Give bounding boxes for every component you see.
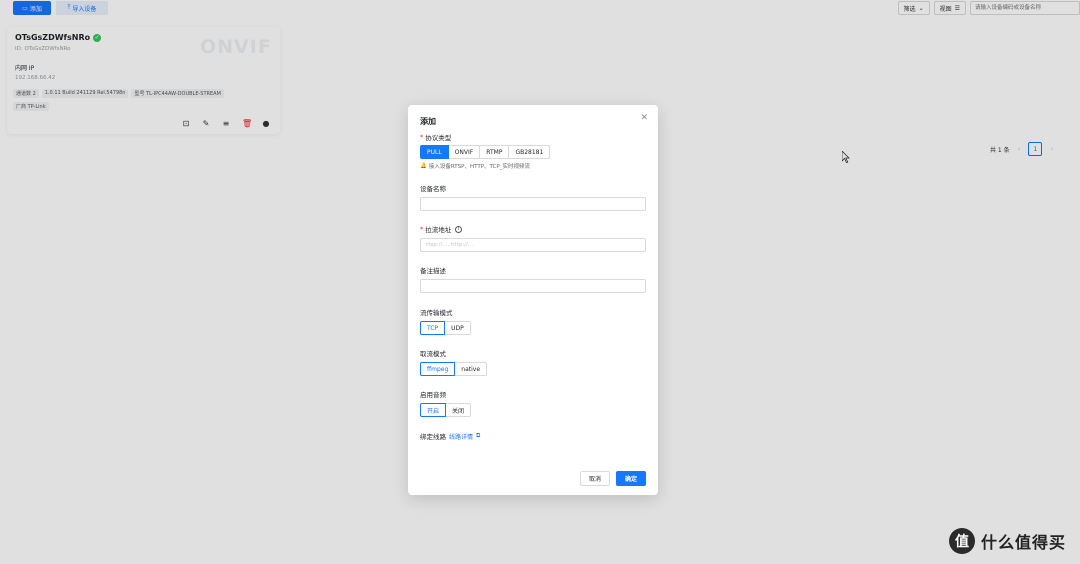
brand-logo-icon: 值 <box>949 528 975 554</box>
audio-option-on[interactable]: 开启 <box>420 403 447 417</box>
audio-option-off[interactable]: 关闭 <box>445 403 472 417</box>
device-name-input[interactable] <box>420 197 646 211</box>
transport-label: 流传输模式 <box>420 307 453 317</box>
add-device-dialog: 添加 ✕ * 协议类型 PULL ONVIF RTMP GB28181 🔔 接入… <box>408 105 658 495</box>
cancel-button[interactable]: 取消 <box>580 471 610 486</box>
pull-mode-label: 取流模式 <box>420 348 446 358</box>
close-icon[interactable]: ✕ <box>640 113 648 123</box>
description-label: 备注描述 <box>420 265 446 275</box>
transport-option-udp[interactable]: UDP <box>444 321 471 335</box>
dialog-title: 添加 <box>420 117 436 126</box>
device-name-label: 设备名称 <box>420 183 446 193</box>
confirm-button[interactable]: 确定 <box>616 471 646 486</box>
transport-option-tcp[interactable]: TCP <box>420 321 446 335</box>
protocol-label: * 协议类型 <box>420 132 451 142</box>
transport-selector: TCP UDP <box>420 321 471 335</box>
description-input[interactable] <box>420 279 646 293</box>
stream-url-label-text: 拉流地址 <box>425 226 452 234</box>
audio-selector: 开启 关闭 <box>420 403 472 417</box>
pull-mode-label-text: 取流模式 <box>420 350 446 358</box>
transport-label-text: 流传输模式 <box>420 309 453 317</box>
stream-url-input[interactable] <box>420 238 646 252</box>
protocol-hint-text: 接入设备RTSP、HTTP、TCP_实时视频流 <box>428 164 530 170</box>
protocol-hint: 🔔 接入设备RTSP、HTTP、TCP_实时视频流 <box>420 162 530 170</box>
pull-mode-selector: ffmpeg native <box>420 362 488 376</box>
route-row: 绑定线路 线路详情 ⧉ <box>420 431 480 441</box>
route-label: 绑定线路 <box>420 433 446 441</box>
protocol-selector: PULL ONVIF RTMP GB28181 <box>420 145 551 159</box>
protocol-option-onvif[interactable]: ONVIF <box>447 145 481 159</box>
info-icon[interactable]: i <box>455 225 463 233</box>
brand-text: 什么值得买 <box>981 533 1067 552</box>
external-link-icon[interactable]: ⧉ <box>476 432 480 440</box>
stream-url-label: * 拉流地址 i <box>420 224 463 234</box>
protocol-option-rtmp[interactable]: RTMP <box>479 145 510 159</box>
protocol-option-pull[interactable]: PULL <box>420 145 449 159</box>
audio-label: 启用音频 <box>420 389 446 399</box>
dialog-footer: 取消 确定 <box>580 471 646 486</box>
required-marker: * <box>420 225 424 233</box>
audio-label-text: 启用音频 <box>420 391 446 399</box>
protocol-option-gb28181[interactable]: GB28181 <box>508 145 551 159</box>
watermark-logo: 值 什么值得买 <box>949 528 1066 554</box>
description-label-text: 备注描述 <box>420 267 446 275</box>
device-name-label-text: 设备名称 <box>420 185 446 193</box>
protocol-label-text: 协议类型 <box>425 134 452 142</box>
required-marker: * <box>420 133 424 141</box>
pull-mode-option-native[interactable]: native <box>454 362 488 376</box>
bell-icon: 🔔 <box>420 163 427 169</box>
route-details-link[interactable]: 线路详情 <box>449 432 473 441</box>
pull-mode-option-ffmpeg[interactable]: ffmpeg <box>420 362 456 376</box>
